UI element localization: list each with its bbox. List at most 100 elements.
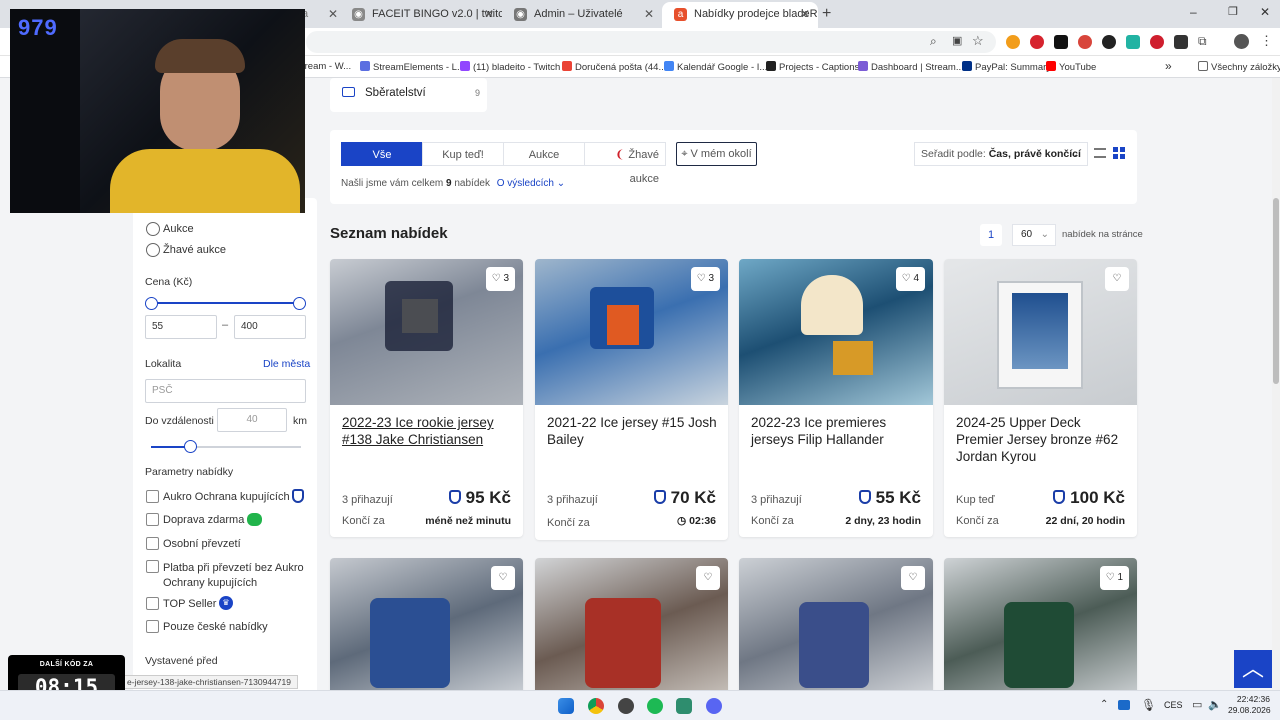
offer-title[interactable]: 2022-23 Ice rookie jersey #138 Jake Chri… (342, 414, 512, 448)
offer-card[interactable]: ♡ 3 2021-22 Ice jersey #15 Josh Bailey 3… (535, 259, 728, 540)
extension-icon[interactable] (1126, 35, 1140, 49)
distance-input[interactable]: 40 (217, 408, 287, 432)
offer-card[interactable]: ♡ 2024-25 Upper Deck Premier Jersey bron… (944, 259, 1137, 537)
watch-button[interactable]: ♡ 3 (485, 267, 515, 291)
tab-partial[interactable]: a ✕ (298, 2, 346, 28)
list-view-icon[interactable] (1094, 148, 1106, 158)
bookmark-item[interactable]: PayPal: Summary (962, 61, 1051, 73)
avatar[interactable] (1234, 34, 1249, 49)
about-results-link[interactable]: O výsledcích ⌄ (497, 178, 565, 189)
page-number[interactable]: 1 (980, 224, 1002, 246)
watch-button[interactable]: ♡ (696, 566, 720, 590)
extension-icon[interactable] (1054, 35, 1068, 49)
close-icon[interactable]: ✕ (484, 2, 494, 26)
bookmark-item[interactable]: Doručená pošta (44... (562, 61, 666, 73)
chevron-up-icon[interactable]: ⌃ (1100, 699, 1108, 710)
bookmark-item[interactable]: YouTube (1046, 61, 1096, 73)
extension-icon[interactable] (1174, 35, 1188, 49)
chevron-right-icon[interactable]: » (1165, 59, 1172, 73)
price-slider-min-handle[interactable] (145, 297, 158, 310)
extension-icon[interactable] (1150, 35, 1164, 49)
close-icon[interactable]: ✕ (800, 2, 810, 26)
scrollbar-thumb[interactable] (1273, 198, 1279, 384)
bookmark-item[interactable]: tream - W... (302, 61, 351, 72)
extension-icon[interactable] (1030, 35, 1044, 49)
checkbox-cod[interactable] (146, 560, 159, 573)
zip-input[interactable]: PSČ (145, 379, 306, 403)
bookmark-item[interactable]: StreamElements - L... (360, 61, 465, 73)
offer-card[interactable]: ♡ 4 2022-23 Ice premieres jerseys Filip … (739, 259, 933, 537)
discord-icon[interactable] (706, 698, 722, 714)
bookmark-item[interactable]: Projects - Captions (766, 61, 859, 73)
offer-title[interactable]: 2024-25 Upper Deck Premier Jersey bronze… (956, 414, 1126, 465)
bookmark-item[interactable]: (11) bladeito - Twitch (460, 61, 560, 73)
microphone-icon[interactable]: 🎙 (1141, 698, 1156, 712)
chrome-icon[interactable] (588, 698, 604, 714)
distance-slider-handle[interactable] (184, 440, 197, 453)
clock[interactable]: 22:42:36 29.08.2026 (1228, 694, 1271, 716)
window-close-icon[interactable]: ✕ (1260, 5, 1270, 19)
all-bookmarks[interactable]: Všechny záložky (1198, 61, 1280, 73)
category-card[interactable]: Sběratelství 9 (330, 78, 487, 112)
xbox-icon[interactable] (676, 698, 692, 714)
watch-button[interactable]: ♡ 4 (895, 267, 925, 291)
new-tab-icon[interactable]: + (822, 5, 831, 23)
scroll-top-button[interactable]: ︿ (1234, 650, 1272, 688)
language-indicator[interactable]: CES (1164, 700, 1183, 710)
sort-select[interactable]: Seřadit podle: Čas, právě končící ⌄ (914, 142, 1088, 166)
tab-hot-auction[interactable]: ❨ Žhavé aukce (584, 142, 666, 185)
monitor-icon[interactable]: ▭ (1192, 698, 1202, 711)
scrollbar[interactable] (1272, 78, 1280, 690)
price-slider-max-handle[interactable] (293, 297, 306, 310)
puzzle-icon[interactable]: ⧉ (1198, 34, 1207, 49)
checkbox-pickup[interactable] (146, 537, 159, 550)
cast-icon[interactable]: ▣ (952, 34, 962, 47)
checkbox-protection[interactable] (146, 490, 159, 503)
grid-view-icon[interactable] (1113, 147, 1125, 159)
tab-nearby[interactable]: ⌖ V mém okolí (676, 142, 757, 166)
extension-icon[interactable] (1006, 35, 1020, 49)
tab-all[interactable]: Vše (341, 142, 423, 166)
per-page-select[interactable]: 60 ⌄ (1012, 224, 1056, 246)
watch-button[interactable]: ♡ (1105, 267, 1129, 291)
minimize-icon[interactable]: – (1190, 5, 1197, 19)
zoom-icon[interactable]: ⌕ (930, 34, 937, 49)
checkbox-czech[interactable] (146, 620, 159, 633)
watch-button[interactable]: ♡ (491, 566, 515, 590)
radio-hot-auction[interactable] (146, 243, 160, 257)
tab-buy-now[interactable]: Kup teď! (422, 142, 504, 166)
extension-icon[interactable] (1078, 35, 1092, 49)
offer-title[interactable]: 2021-22 Ice jersey #15 Josh Bailey (547, 414, 717, 448)
steam-icon[interactable] (1118, 700, 1130, 710)
tab-faceit[interactable]: ◉FACEIT BINGO v2.0 | twitch.tv/...✕ (340, 2, 502, 28)
by-city-link[interactable]: Dle města (263, 358, 310, 370)
offer-card[interactable]: ♡ 1 (944, 558, 1137, 698)
price-min-input[interactable]: 55 (145, 315, 217, 339)
checkbox-top-seller[interactable] (146, 597, 159, 610)
price-max-input[interactable]: 400 (234, 315, 306, 339)
offer-card[interactable]: ♡ (535, 558, 728, 698)
volume-icon[interactable]: 🔈 (1208, 698, 1222, 711)
maximize-icon[interactable]: ❐ (1228, 5, 1238, 18)
radio-auction[interactable] (146, 222, 160, 236)
bookmark-item[interactable]: Kalendář Google - I... (664, 61, 767, 73)
tab-aukro[interactable]: aNabídky prodejce bladeRP | Au✕ (662, 2, 818, 28)
watch-button[interactable]: ♡ (901, 566, 925, 590)
watch-button[interactable]: ♡ 1 (1099, 566, 1129, 590)
url-field[interactable] (306, 31, 996, 53)
bookmark-star-icon[interactable]: ☆ (972, 33, 984, 49)
spotify-icon[interactable] (647, 698, 663, 714)
offer-card[interactable]: ♡ (330, 558, 523, 698)
close-icon[interactable]: ✕ (644, 2, 654, 26)
checkbox-free-shipping[interactable] (146, 513, 159, 526)
windows-start-icon[interactable] (558, 698, 574, 714)
obs-icon[interactable] (618, 698, 634, 714)
tab-admin[interactable]: ◉ Admin – Uživatelé ✕ (502, 2, 662, 28)
offer-title[interactable]: 2022-23 Ice premieres jerseys Filip Hall… (751, 414, 921, 448)
watch-button[interactable]: ♡ 3 (690, 267, 720, 291)
tab-auction[interactable]: Aukce (503, 142, 585, 166)
menu-icon[interactable]: ⋮ (1260, 33, 1273, 49)
bookmark-item[interactable]: Dashboard | Stream... (858, 61, 964, 73)
extension-icon[interactable] (1102, 35, 1116, 49)
offer-card[interactable]: ♡ (739, 558, 933, 698)
